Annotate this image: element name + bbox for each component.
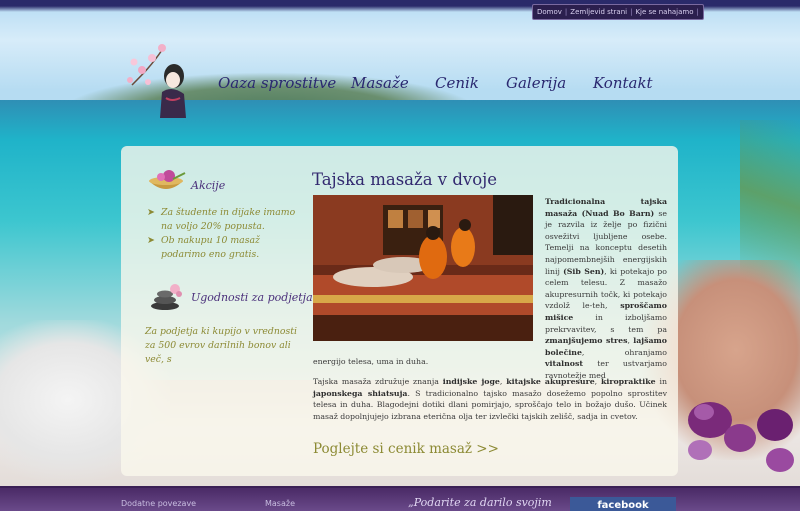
separator: | [696, 8, 699, 16]
nav-galerija[interactable]: Galerija [506, 74, 566, 92]
bold-text: kitajske akupresure [506, 377, 595, 386]
footer-masaze[interactable]: Masaže [265, 499, 295, 508]
akcije-list: ➤ Za študente in dijake imamo na voljo 20… [147, 206, 307, 262]
flower-bowl-icon [149, 170, 186, 189]
bold-text: Tradicionalna tajska masaža (Nuad Bo Bar… [545, 197, 667, 218]
podjetja-text-content: Za podjetja ki kupijo v vrednosti za 500… [145, 326, 297, 365]
text: Tajska masaža združuje znanja [313, 377, 443, 386]
akcije-title: Akcije [191, 179, 226, 192]
article-paragraph-2: Tajska masaža združuje znanja indijske j… [313, 376, 667, 422]
bold-text: zmanjšujemo stres [545, 336, 628, 346]
main-navigation: Oaza sprostitve Masaže Cenik Galerija Ko… [0, 74, 800, 94]
bold-text: japonskega shiatsuja [313, 388, 408, 398]
footer-quote: „Podarite za darilo svojim [408, 496, 552, 509]
price-list-link[interactable]: Poglejte si cenik masaž >> [313, 441, 499, 457]
facebook-button[interactable]: facebook [570, 497, 676, 511]
separator: | [630, 8, 633, 16]
list-item: ➤ Za študente in dijake imamo na voljo 20… [147, 206, 307, 234]
arrow-icon: ➤ [147, 207, 155, 218]
orchid-flowers [688, 402, 794, 472]
top-link-home[interactable]: Domov [537, 8, 562, 16]
bold-text: kiropraktike [601, 377, 656, 386]
footer-additional-links[interactable]: Dodatne povezave [121, 499, 196, 508]
nav-cenik[interactable]: Cenik [435, 74, 479, 92]
spa-stones-icon [151, 284, 182, 310]
top-link-location[interactable]: Kje se nahajamo [635, 8, 693, 16]
bold-text: indijske joge [442, 377, 500, 386]
bold-text: (Sib Sen) [563, 266, 605, 276]
top-links-bar: Domov | Zemljevid strani | Kje se nahaja… [532, 4, 704, 20]
podjetja-text: Za podjetja ki kupijo v vrednosti za 500… [145, 325, 305, 367]
list-item: ➤ Ob nakupu 10 masaž podarimo eno gratis. [147, 234, 307, 262]
arrow-icon: ➤ [147, 235, 155, 246]
text: se je razvila iz želje po fizični osveži… [545, 208, 667, 276]
nav-oaza-sprostitve[interactable]: Oaza sprostitve [218, 74, 336, 92]
list-item-text: Ob nakupu 10 masaž podarimo eno gratis. [161, 235, 260, 260]
footer-band [0, 488, 800, 511]
massage-photo [313, 195, 533, 341]
top-link-sitemap[interactable]: Zemljevid strani [570, 8, 627, 16]
palm-leaf [740, 120, 800, 320]
article-paragraph-1: Tradicionalna tajska masaža (Nuad Bo Bar… [545, 196, 667, 382]
podjetja-title: Ugodnosti za podjetja [191, 291, 313, 304]
nav-masaze[interactable]: Masaže [351, 74, 409, 92]
text: in [655, 377, 667, 386]
list-item-text: Za študente in dijake imamo na voljo 20%… [161, 207, 296, 232]
article-paragraph-1-end: energijo telesa, uma in duha. [313, 357, 429, 366]
article-title: Tajska masaža v dvoje [312, 170, 498, 189]
nav-kontakt[interactable]: Kontakt [593, 74, 653, 92]
separator: | [564, 8, 568, 16]
